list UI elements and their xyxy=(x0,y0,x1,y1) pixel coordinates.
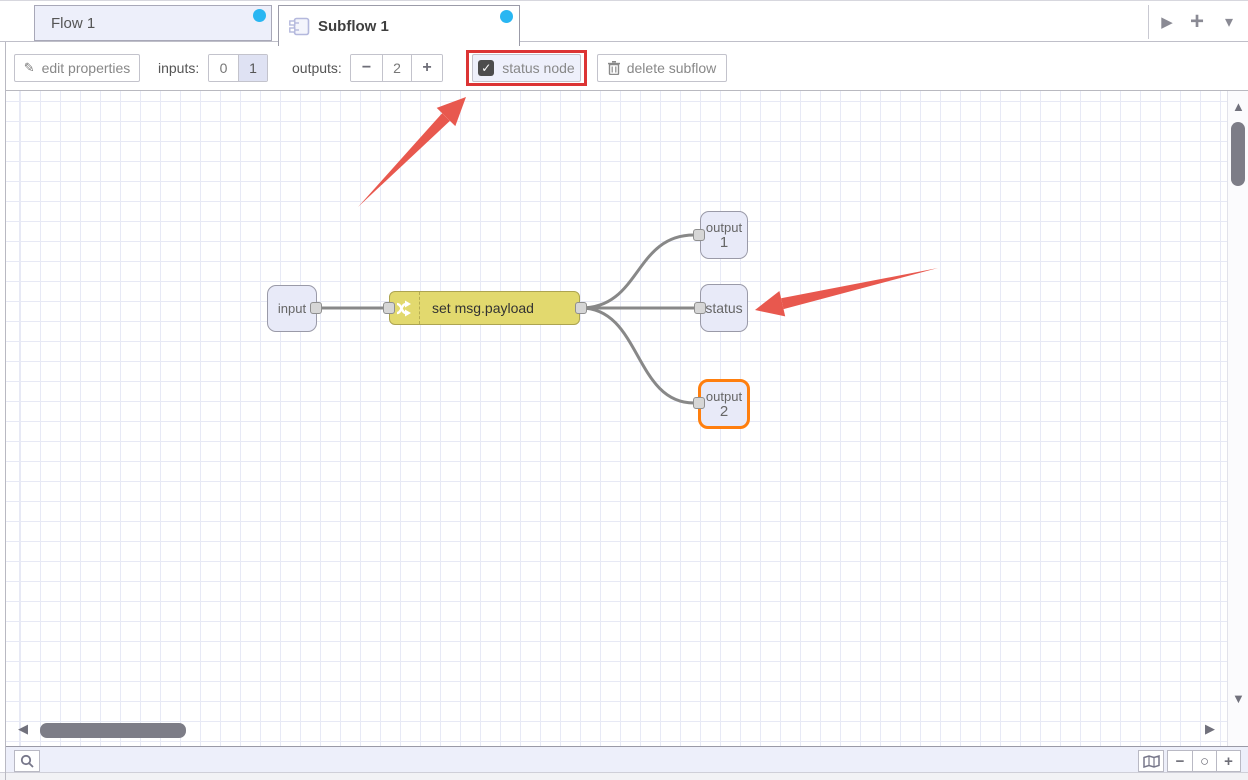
navigator-map-button[interactable] xyxy=(1138,750,1164,772)
inputs-label: inputs: xyxy=(158,54,199,82)
outputs-label: outputs: xyxy=(292,54,342,82)
outputs-stepper: − 2 + xyxy=(350,54,443,82)
flow-canvas[interactable]: input set msg.payload output 1 xyxy=(6,91,1227,746)
output2-label-line2: 2 xyxy=(720,403,728,420)
vscroll-down-arrow[interactable]: ▼ xyxy=(1232,692,1245,705)
modified-dot-icon xyxy=(500,10,513,23)
outputs-decrease-button[interactable]: − xyxy=(351,55,382,81)
wire-change-to-output1[interactable] xyxy=(581,235,694,308)
change-node-output-port[interactable] xyxy=(575,302,587,314)
subflow-status-node[interactable]: status xyxy=(700,284,748,332)
trash-icon xyxy=(608,61,620,75)
workspace-left-border xyxy=(5,42,6,780)
window-bottom-strip xyxy=(0,772,1248,780)
inputs-option-1[interactable]: 1 xyxy=(238,55,267,81)
input-node-output-port[interactable] xyxy=(310,302,322,314)
output1-label-line2: 1 xyxy=(720,234,728,251)
tab-subflow-1-label: Subflow 1 xyxy=(318,18,389,35)
edit-properties-button[interactable]: ✎ edit properties xyxy=(14,54,140,82)
status-node-toggle-button[interactable]: ✓ status node xyxy=(472,54,581,82)
tab-subflow-1[interactable]: Subflow 1 xyxy=(278,5,520,46)
checked-checkbox-icon: ✓ xyxy=(478,60,494,76)
pencil-icon: ✎ xyxy=(24,60,35,76)
wire-change-to-output2[interactable] xyxy=(581,308,694,403)
workspace-tab-bar: Flow 1 Subflow 1 ▶ + ▾ xyxy=(0,1,1248,42)
status-node-canvas-label: status xyxy=(705,300,742,316)
inputs-option-0[interactable]: 0 xyxy=(209,55,238,81)
zoom-out-button[interactable]: − xyxy=(1168,751,1192,771)
tab-flow-1[interactable]: Flow 1 xyxy=(34,5,272,41)
tabbar-separator xyxy=(1148,5,1149,39)
vscroll-up-arrow[interactable]: ▲ xyxy=(1232,100,1245,113)
zoom-controls: − ○ + xyxy=(1167,750,1241,772)
inputs-toggle: 0 1 xyxy=(208,54,268,82)
vertical-scrollbar[interactable]: ▲ ▼ xyxy=(1227,91,1248,746)
modified-dot-icon xyxy=(253,9,266,22)
node-red-subflow-editor: Flow 1 Subflow 1 ▶ + ▾ ✎ edit xyxy=(0,0,1248,780)
tab-flow-1-label: Flow 1 xyxy=(35,15,95,32)
zoom-in-button[interactable]: + xyxy=(1216,751,1240,771)
subflow-icon xyxy=(289,17,310,36)
output2-label-line1: output xyxy=(706,389,742,404)
outputs-value: 2 xyxy=(382,55,411,81)
add-flow-button[interactable]: + xyxy=(1184,9,1210,35)
status-node-input-port[interactable] xyxy=(694,302,706,314)
tab-scroll-right-button[interactable]: ▶ xyxy=(1154,9,1180,35)
zoom-reset-button[interactable]: ○ xyxy=(1192,751,1216,771)
hscroll-thumb[interactable] xyxy=(40,723,186,738)
shuffle-arrows-icon xyxy=(395,299,414,318)
vscroll-thumb[interactable] xyxy=(1231,122,1245,186)
change-node[interactable]: set msg.payload xyxy=(389,291,580,325)
output2-node-input-port[interactable] xyxy=(693,397,705,409)
map-icon xyxy=(1143,755,1160,768)
subflow-toolbar: ✎ edit properties inputs: 0 1 outputs: −… xyxy=(6,42,1248,91)
output1-label-line1: output xyxy=(706,220,742,235)
output1-node-input-port[interactable] xyxy=(693,229,705,241)
search-icon xyxy=(20,754,34,768)
input-node-label: input xyxy=(278,301,306,316)
subflow-output1-node[interactable]: output 1 xyxy=(700,211,748,259)
delete-subflow-label: delete subflow xyxy=(627,60,717,76)
search-flows-button[interactable] xyxy=(14,750,40,772)
wire-layer xyxy=(6,91,1227,746)
change-node-label: set msg.payload xyxy=(420,300,534,316)
outputs-increase-button[interactable]: + xyxy=(411,55,442,81)
change-node-input-port[interactable] xyxy=(383,302,395,314)
flow-list-dropdown-button[interactable]: ▾ xyxy=(1216,9,1242,35)
canvas-footer-bar: − ○ + xyxy=(6,746,1248,772)
delete-subflow-button[interactable]: delete subflow xyxy=(597,54,727,82)
status-node-label: status node xyxy=(502,60,574,76)
subflow-output2-node-selected[interactable]: output 2 xyxy=(698,379,750,429)
tabbar-bottom-border xyxy=(0,41,1248,42)
edit-properties-label: edit properties xyxy=(42,60,131,76)
